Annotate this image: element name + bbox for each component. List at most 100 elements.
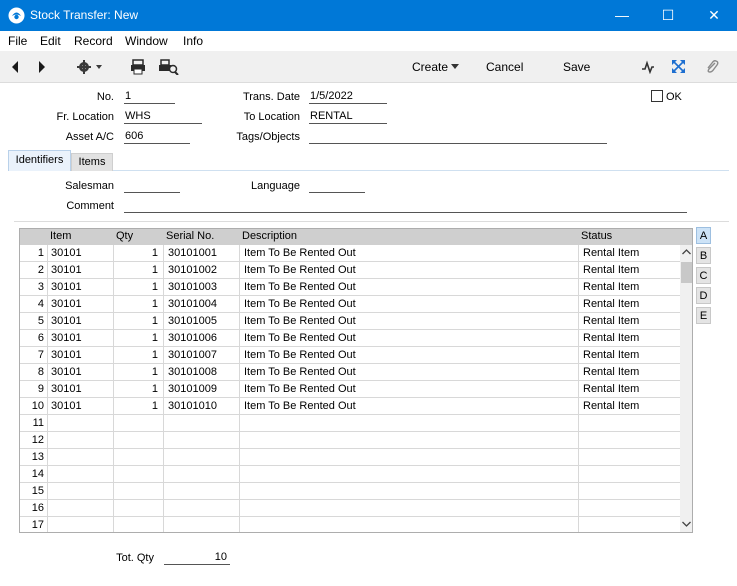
to-location-field[interactable]: RENTAL [309,110,387,124]
qty-cell[interactable]: 1 [116,313,158,330]
menu-record[interactable]: Record [74,34,113,48]
activity-icon[interactable] [641,60,655,74]
serial-no-cell[interactable] [168,500,238,517]
table-row[interactable]: 14 [20,466,680,483]
menu-edit[interactable]: Edit [40,34,61,48]
item-cell[interactable]: 30101 [51,279,111,296]
item-cell[interactable] [51,415,111,432]
description-cell[interactable] [244,517,574,532]
qty-cell[interactable]: 1 [116,364,158,381]
side-tab-e[interactable]: E [696,307,711,324]
asset-ac-field[interactable]: 606 [124,130,190,144]
column-header-description[interactable]: Description [242,230,297,242]
serial-no-cell[interactable] [168,466,238,483]
status-cell[interactable] [583,517,678,532]
status-cell[interactable] [583,466,678,483]
table-row[interactable]: 5 30101 1 30101005 Item To Be Rented Out Rent… [20,313,680,330]
serial-no-cell[interactable]: 30101009 [168,381,238,398]
column-header-item[interactable]: Item [50,230,71,242]
item-cell[interactable]: 30101 [51,296,111,313]
salesman-field[interactable] [124,179,180,193]
status-cell[interactable] [583,483,678,500]
expand-icon[interactable] [671,59,686,74]
scroll-down-icon[interactable] [682,521,691,527]
item-cell[interactable] [51,449,111,466]
save-button[interactable]: Save [563,60,590,74]
previous-record-icon[interactable] [10,60,20,74]
comment-field[interactable] [124,199,687,213]
status-cell[interactable]: Rental Item [583,313,678,330]
description-cell[interactable]: Item To Be Rented Out [244,347,574,364]
item-cell[interactable] [51,466,111,483]
status-cell[interactable]: Rental Item [583,347,678,364]
item-cell[interactable] [51,517,111,532]
side-tab-c[interactable]: C [696,267,711,284]
serial-no-cell[interactable]: 30101001 [168,245,238,262]
table-row[interactable]: 13 [20,449,680,466]
table-row[interactable]: 9 30101 1 30101009 Item To Be Rented Out Rent… [20,381,680,398]
table-row[interactable]: 6 30101 1 30101006 Item To Be Rented Out Rent… [20,330,680,347]
item-cell[interactable]: 30101 [51,330,111,347]
table-row[interactable]: 8 30101 1 30101008 Item To Be Rented Out Rent… [20,364,680,381]
qty-cell[interactable] [116,483,158,500]
item-cell[interactable]: 30101 [51,313,111,330]
qty-cell[interactable]: 1 [116,330,158,347]
menu-info[interactable]: Info [183,34,203,48]
tab-identifiers[interactable]: Identifiers [8,150,71,171]
qty-cell[interactable]: 1 [116,347,158,364]
status-cell[interactable]: Rental Item [583,330,678,347]
qty-cell[interactable]: 1 [116,296,158,313]
serial-no-cell[interactable] [168,483,238,500]
gear-menu-icon[interactable] [76,59,104,75]
qty-cell[interactable]: 1 [116,262,158,279]
column-header-serial-no[interactable]: Serial No. [166,230,214,242]
print-preview-icon[interactable] [158,59,180,75]
description-cell[interactable] [244,466,574,483]
serial-no-cell[interactable]: 30101005 [168,313,238,330]
table-row[interactable]: 11 [20,415,680,432]
item-cell[interactable]: 30101 [51,381,111,398]
serial-no-cell[interactable]: 30101008 [168,364,238,381]
trans-date-field[interactable]: 1/5/2022 [309,90,387,104]
table-row[interactable]: 15 [20,483,680,500]
attachment-icon[interactable] [705,59,719,75]
qty-cell[interactable]: 1 [116,279,158,296]
no-field[interactable]: 1 [124,90,175,104]
serial-no-cell[interactable]: 30101007 [168,347,238,364]
side-tab-b[interactable]: B [696,247,711,264]
cancel-button[interactable]: Cancel [486,60,523,74]
status-cell[interactable]: Rental Item [583,262,678,279]
table-row[interactable]: 2 30101 1 30101002 Item To Be Rented Out Rent… [20,262,680,279]
tags-objects-field[interactable] [309,130,607,144]
description-cell[interactable]: Item To Be Rented Out [244,296,574,313]
serial-no-cell[interactable] [168,449,238,466]
item-cell[interactable] [51,483,111,500]
status-cell[interactable]: Rental Item [583,245,678,262]
status-cell[interactable]: Rental Item [583,279,678,296]
minimize-button[interactable]: — [599,0,645,31]
table-row[interactable]: 10 30101 1 30101010 Item To Be Rented Out Ren… [20,398,680,415]
table-row[interactable]: 7 30101 1 30101007 Item To Be Rented Out Rent… [20,347,680,364]
column-header-qty[interactable]: Qty [116,230,133,242]
language-field[interactable] [309,179,365,193]
status-cell[interactable]: Rental Item [583,364,678,381]
menu-window[interactable]: Window [125,34,168,48]
qty-cell[interactable] [116,466,158,483]
status-cell[interactable]: Rental Item [583,381,678,398]
table-row[interactable]: 17 [20,517,680,532]
fr-location-field[interactable]: WHS [124,110,202,124]
side-tab-d[interactable]: D [696,287,711,304]
description-cell[interactable] [244,415,574,432]
table-row[interactable]: 1 30101 1 30101001 Item To Be Rented Out Rent… [20,245,680,262]
serial-no-cell[interactable]: 30101006 [168,330,238,347]
description-cell[interactable]: Item To Be Rented Out [244,330,574,347]
description-cell[interactable] [244,500,574,517]
description-cell[interactable]: Item To Be Rented Out [244,381,574,398]
table-row[interactable]: 3 30101 1 30101003 Item To Be Rented Out Rent… [20,279,680,296]
status-cell[interactable] [583,500,678,517]
create-dropdown-icon[interactable] [451,64,459,70]
item-cell[interactable]: 30101 [51,245,111,262]
qty-cell[interactable] [116,415,158,432]
description-cell[interactable]: Item To Be Rented Out [244,313,574,330]
status-cell[interactable]: Rental Item [583,398,678,415]
